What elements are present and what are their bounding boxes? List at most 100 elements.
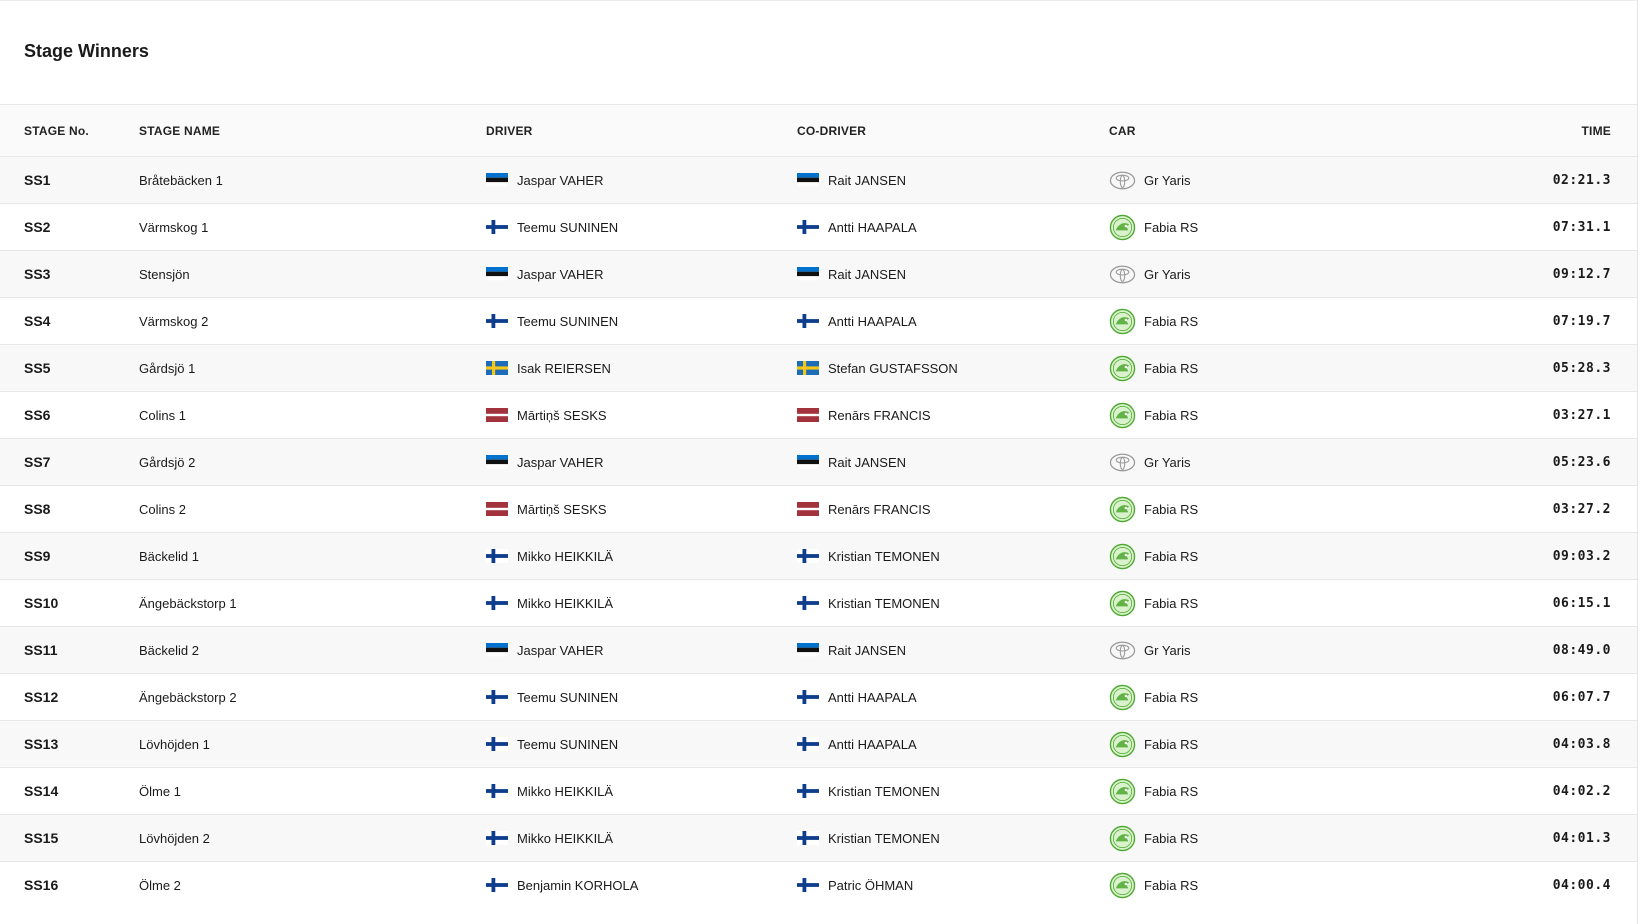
table-row[interactable]: SS12 Ängebäckstorp 2 Teemu SUNINEN Antti…	[0, 673, 1637, 720]
finland-flag-icon	[797, 314, 819, 328]
stage-time: 09:03.2	[1552, 548, 1611, 564]
stage-number: SS13	[24, 736, 59, 752]
co-driver-cell: Kristian TEMONEN	[797, 549, 1109, 564]
table-row[interactable]: SS11 Bäckelid 2 Jaspar VAHER Rait JANSEN…	[0, 626, 1637, 673]
skoda-logo-icon	[1109, 731, 1136, 757]
car-model: Fabia RS	[1144, 501, 1199, 517]
stage-name: Bäckelid 1	[139, 548, 199, 564]
co-driver-name: Kristian TEMONEN	[828, 830, 940, 846]
car-cell: Fabia RS	[1109, 308, 1409, 335]
estonia-flag-icon	[797, 267, 819, 281]
table-row[interactable]: SS7 Gårdsjö 2 Jaspar VAHER Rait JANSEN G…	[0, 438, 1637, 485]
table-row[interactable]: SS13 Lövhöjden 1 Teemu SUNINEN Antti HAA…	[0, 720, 1637, 767]
table-row[interactable]: SS6 Colins 1 Mārtiņš SESKS Renārs FRANCI…	[0, 391, 1637, 438]
driver-name: Benjamin KORHOLA	[517, 877, 639, 893]
page-title: Stage Winners	[24, 41, 149, 61]
latvia-flag-icon	[486, 408, 508, 422]
table-row[interactable]: SS8 Colins 2 Mārtiņš SESKS Renārs FRANCI…	[0, 485, 1637, 532]
stage-name: Värmskog 2	[139, 313, 209, 329]
co-driver-name: Patric ÖHMAN	[828, 877, 914, 893]
co-driver-name: Rait JANSEN	[828, 172, 907, 188]
table-row[interactable]: SS3 Stensjön Jaspar VAHER Rait JANSEN Gr…	[0, 250, 1637, 297]
stage-time: 04:01.3	[1552, 830, 1611, 846]
co-driver-name: Antti HAAPALA	[828, 313, 917, 329]
stage-time: 04:02.2	[1552, 783, 1611, 799]
stage-number: SS11	[24, 642, 58, 658]
table-row[interactable]: SS10 Ängebäckstorp 1 Mikko HEIKKILÄ Kris…	[0, 579, 1637, 626]
skoda-logo-icon	[1109, 778, 1136, 804]
stage-number: SS9	[24, 548, 51, 564]
co-driver-cell: Kristian TEMONEN	[797, 596, 1109, 611]
co-driver-cell: Antti HAAPALA	[797, 220, 1109, 235]
stage-winners-table: STAGE No. STAGE NAME DRIVER CO-DRIVER CA…	[0, 104, 1637, 908]
column-header-co-driver: CO-DRIVER	[797, 123, 867, 138]
driver-cell: Jaspar VAHER	[486, 173, 797, 188]
car-model: Fabia RS	[1144, 877, 1199, 893]
stage-name: Bråtebäcken 1	[139, 172, 223, 188]
car-cell: Fabia RS	[1109, 402, 1409, 429]
co-driver-cell: Renārs FRANCIS	[797, 408, 1109, 423]
finland-flag-icon	[486, 878, 508, 892]
stage-name: Bäckelid 2	[139, 642, 199, 658]
driver-name: Teemu SUNINEN	[517, 219, 619, 235]
latvia-flag-icon	[486, 502, 508, 516]
finland-flag-icon	[486, 596, 508, 610]
driver-cell: Mikko HEIKKILÄ	[486, 549, 797, 564]
table-row[interactable]: SS5 Gårdsjö 1 Isak REIERSEN Stefan GUSTA…	[0, 344, 1637, 391]
stage-time: 09:12.7	[1552, 266, 1611, 282]
car-cell: Fabia RS	[1109, 778, 1409, 805]
car-model: Fabia RS	[1144, 595, 1199, 611]
sweden-flag-icon	[797, 361, 819, 375]
toyota-logo-icon	[1109, 453, 1136, 471]
driver-name: Jaspar VAHER	[517, 642, 604, 658]
car-model: Gr Yaris	[1144, 454, 1191, 470]
driver-name: Jaspar VAHER	[517, 454, 604, 470]
table-row[interactable]: SS2 Värmskog 1 Teemu SUNINEN Antti HAAPA…	[0, 203, 1637, 250]
co-driver-cell: Rait JANSEN	[797, 173, 1109, 188]
car-model: Gr Yaris	[1144, 266, 1191, 282]
column-header-driver: DRIVER	[486, 123, 533, 138]
stage-name: Ölme 2	[139, 877, 181, 893]
driver-name: Isak REIERSEN	[517, 360, 611, 376]
skoda-logo-icon	[1109, 308, 1136, 334]
driver-name: Mikko HEIKKILÄ	[517, 830, 614, 846]
finland-flag-icon	[797, 596, 819, 610]
driver-name: Mikko HEIKKILÄ	[517, 783, 614, 799]
finland-flag-icon	[797, 878, 819, 892]
stage-time: 03:27.1	[1552, 407, 1611, 423]
estonia-flag-icon	[797, 173, 819, 187]
stage-name: Lövhöjden 2	[139, 830, 210, 846]
table-row[interactable]: SS14 Ölme 1 Mikko HEIKKILÄ Kristian TEMO…	[0, 767, 1637, 814]
finland-flag-icon	[797, 549, 819, 563]
co-driver-name: Antti HAAPALA	[828, 736, 917, 752]
co-driver-name: Renārs FRANCIS	[828, 501, 931, 517]
driver-cell: Isak REIERSEN	[486, 361, 797, 376]
car-cell: Fabia RS	[1109, 825, 1409, 852]
finland-flag-icon	[486, 737, 508, 751]
co-driver-name: Antti HAAPALA	[828, 689, 917, 705]
table-row[interactable]: SS15 Lövhöjden 2 Mikko HEIKKILÄ Kristian…	[0, 814, 1637, 861]
stage-name: Colins 1	[139, 407, 186, 423]
car-cell: Fabia RS	[1109, 496, 1409, 523]
table-row[interactable]: SS1 Bråtebäcken 1 Jaspar VAHER Rait JANS…	[0, 156, 1637, 203]
driver-cell: Jaspar VAHER	[486, 455, 797, 470]
column-header-time: TIME	[1581, 123, 1611, 138]
co-driver-cell: Renārs FRANCIS	[797, 502, 1109, 517]
car-cell: Fabia RS	[1109, 543, 1409, 570]
stage-name: Ölme 1	[139, 783, 181, 799]
car-cell: Gr Yaris	[1109, 261, 1409, 288]
co-driver-cell: Antti HAAPALA	[797, 737, 1109, 752]
car-model: Fabia RS	[1144, 407, 1199, 423]
co-driver-cell: Stefan GUSTAFSSON	[797, 361, 1109, 376]
table-row[interactable]: SS16 Ölme 2 Benjamin KORHOLA Patric ÖHMA…	[0, 861, 1637, 908]
co-driver-cell: Rait JANSEN	[797, 267, 1109, 282]
table-row[interactable]: SS4 Värmskog 2 Teemu SUNINEN Antti HAAPA…	[0, 297, 1637, 344]
co-driver-name: Stefan GUSTAFSSON	[828, 360, 958, 376]
table-row[interactable]: SS9 Bäckelid 1 Mikko HEIKKILÄ Kristian T…	[0, 532, 1637, 579]
stage-name: Colins 2	[139, 501, 186, 517]
stage-time: 04:03.8	[1552, 736, 1611, 752]
car-cell: Fabia RS	[1109, 214, 1409, 241]
finland-flag-icon	[797, 784, 819, 798]
driver-name: Mikko HEIKKILÄ	[517, 548, 614, 564]
stage-time: 08:49.0	[1552, 642, 1611, 658]
